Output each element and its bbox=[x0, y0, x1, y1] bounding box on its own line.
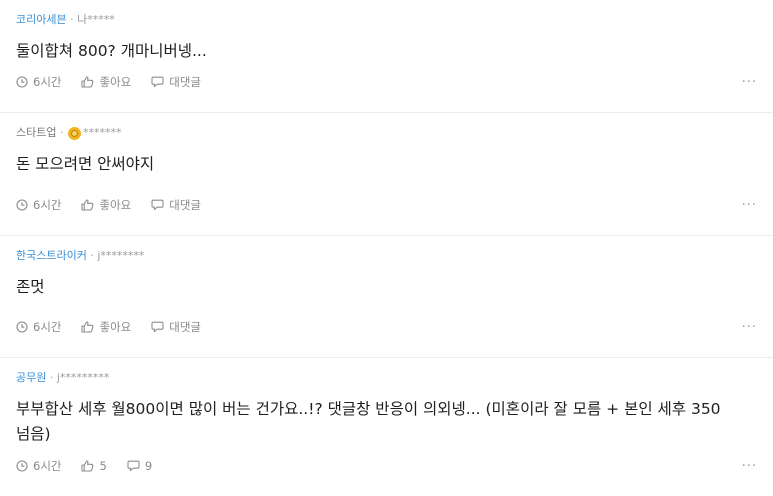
speech-bubble-icon bbox=[151, 76, 164, 88]
meta-separator: · bbox=[90, 249, 94, 262]
clock-icon bbox=[16, 199, 28, 211]
reply-button[interactable]: 9 bbox=[127, 459, 152, 473]
reply-button[interactable]: 대댓글 bbox=[151, 319, 201, 335]
speech-bubble-icon bbox=[127, 460, 140, 472]
like-button[interactable]: 5 bbox=[81, 459, 107, 473]
meta-separator: · bbox=[49, 371, 54, 384]
company-name[interactable]: 코리아세븐 bbox=[16, 12, 67, 28]
comment-meta: 한국스트라이커 · j******** bbox=[16, 248, 757, 264]
like-button[interactable]: 좋아요 bbox=[81, 197, 131, 213]
reply-label: 대댓글 bbox=[169, 75, 201, 89]
thumbs-up-icon bbox=[81, 199, 94, 211]
comment-text: 부부합산 세후 월800이면 많이 버는 건가요..!? 댓글창 반응이 의외넹… bbox=[16, 400, 721, 443]
meta-separator: · bbox=[70, 13, 74, 26]
comment-time: 6시간 bbox=[16, 319, 61, 335]
time-label: 6시간 bbox=[33, 320, 62, 334]
reply-button[interactable]: 대댓글 bbox=[151, 197, 201, 213]
comment-meta: 공무원 · j********* bbox=[16, 370, 757, 386]
comment-actions: 6시간 5 9 ... bbox=[16, 456, 757, 475]
like-button[interactable]: 좋아요 bbox=[81, 319, 131, 335]
comment-item: 한국스트라이커 · j******** 존멋 6시간 좋아요 대댓글 ... bbox=[0, 236, 773, 358]
author-name: j******** bbox=[97, 249, 145, 262]
clock-icon bbox=[16, 321, 28, 333]
comment-text: 존멋 bbox=[16, 278, 45, 296]
comment-time: 6시간 bbox=[16, 74, 61, 90]
comment-meta: 스타트업 · ******* bbox=[16, 125, 757, 141]
company-name[interactable]: 스타트업 bbox=[16, 125, 56, 141]
comment-time: 6시간 bbox=[16, 458, 61, 474]
more-options-button[interactable]: ... bbox=[742, 72, 757, 90]
comment-actions: 6시간 좋아요 대댓글 ... bbox=[16, 317, 757, 336]
thumbs-up-icon bbox=[81, 76, 94, 88]
more-options-button[interactable]: ... bbox=[742, 456, 757, 474]
like-button[interactable]: 좋아요 bbox=[81, 74, 131, 90]
author-name: j********* bbox=[56, 371, 110, 384]
reply-label: 대댓글 bbox=[169, 320, 201, 334]
comment-actions: 6시간 좋아요 대댓글 ... bbox=[16, 195, 757, 214]
time-label: 6시간 bbox=[33, 459, 62, 473]
time-label: 6시간 bbox=[33, 75, 62, 89]
more-options-button[interactable]: ... bbox=[742, 317, 757, 335]
speech-bubble-icon bbox=[151, 321, 164, 333]
time-label: 6시간 bbox=[33, 198, 62, 212]
clock-icon bbox=[16, 460, 28, 472]
reply-label: 대댓글 bbox=[169, 198, 201, 212]
comment-meta: 코리아세븐 · 나***** bbox=[16, 12, 757, 28]
company-name[interactable]: 한국스트라이커 bbox=[16, 248, 87, 264]
speech-bubble-icon bbox=[151, 199, 164, 211]
comment-item: 코리아세븐 · 나***** 둘이합쳐 800? 개마니버넹... 6시간 좋아… bbox=[0, 0, 773, 113]
comment-item: 스타트업 · ******* 돈 모으려면 안써야지 6시간 좋아요 대댓글 .… bbox=[0, 113, 773, 236]
author-name: 나***** bbox=[77, 13, 115, 26]
reply-count: 9 bbox=[144, 459, 153, 473]
like-label: 좋아요 bbox=[99, 75, 132, 89]
comment-text: 돈 모으려면 안써야지 bbox=[16, 155, 155, 173]
thumbs-up-icon bbox=[81, 460, 94, 472]
author-name: ******* bbox=[82, 126, 122, 139]
more-options-button[interactable]: ... bbox=[742, 195, 757, 213]
like-label: 좋아요 bbox=[99, 198, 132, 212]
comment-text: 둘이합쳐 800? 개마니버넹... bbox=[16, 42, 207, 60]
meta-separator: · bbox=[59, 126, 64, 139]
like-label: 좋아요 bbox=[99, 320, 132, 334]
comment-time: 6시간 bbox=[16, 197, 61, 213]
comment-item: 공무원 · j********* 부부합산 세후 월800이면 많이 버는 건가… bbox=[0, 358, 773, 496]
company-name[interactable]: 공무원 bbox=[16, 370, 46, 386]
reply-button[interactable]: 대댓글 bbox=[151, 74, 201, 90]
like-count: 5 bbox=[99, 459, 107, 473]
thumbs-up-icon bbox=[81, 321, 94, 333]
comment-actions: 6시간 좋아요 대댓글 ... bbox=[16, 72, 757, 91]
clock-icon bbox=[16, 76, 28, 88]
author-badge-icon bbox=[67, 126, 81, 140]
